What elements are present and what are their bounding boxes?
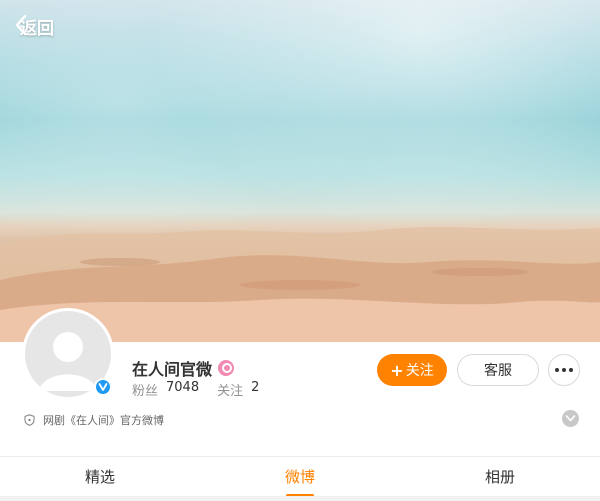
shield-icon (24, 414, 35, 426)
profile-description: 网剧《在人间》官方微博 (24, 412, 164, 428)
followers-count[interactable]: 7048 (166, 380, 199, 399)
follow-label: 关注 (405, 363, 434, 379)
page-bottom-edge (0, 496, 600, 501)
more-dot-icon (555, 368, 559, 372)
following-count[interactable]: 2 (251, 380, 259, 399)
member-badge-icon[interactable] (218, 360, 235, 376)
profile-page: 返回 在人间官微 粉丝 7048 关注 2 + 关注 客服 网剧《在人间》官方微… (0, 0, 600, 501)
tab-weibo[interactable]: 微博 (200, 457, 400, 501)
back-button[interactable]: 返回 (14, 14, 54, 39)
following-label[interactable]: 关注 (217, 380, 243, 399)
customer-service-button[interactable]: 客服 (457, 354, 539, 386)
service-label: 客服 (484, 363, 512, 379)
profile-name-row: 在人间官微 (132, 356, 235, 380)
more-dot-icon (569, 368, 573, 372)
profile-stats: 粉丝 7048 关注 2 (132, 380, 277, 399)
chevron-left-icon (15, 14, 27, 36)
chevron-down-icon (565, 415, 576, 422)
avatar[interactable] (22, 308, 114, 400)
profile-name: 在人间官微 (132, 360, 213, 379)
plus-icon: + (390, 360, 404, 380)
followers-label[interactable]: 粉丝 (132, 380, 158, 399)
more-dot-icon (562, 368, 566, 372)
cover-image: 返回 (0, 0, 600, 342)
profile-tabs: 精选 微博 相册 (0, 457, 600, 501)
follow-button[interactable]: + 关注 (377, 354, 447, 386)
tab-album[interactable]: 相册 (400, 457, 600, 501)
tab-featured[interactable]: 精选 (0, 457, 200, 501)
more-options-button[interactable] (548, 354, 580, 386)
expand-button[interactable] (562, 410, 579, 427)
description-text: 网剧《在人间》官方微博 (43, 414, 164, 427)
verified-icon (94, 378, 112, 396)
